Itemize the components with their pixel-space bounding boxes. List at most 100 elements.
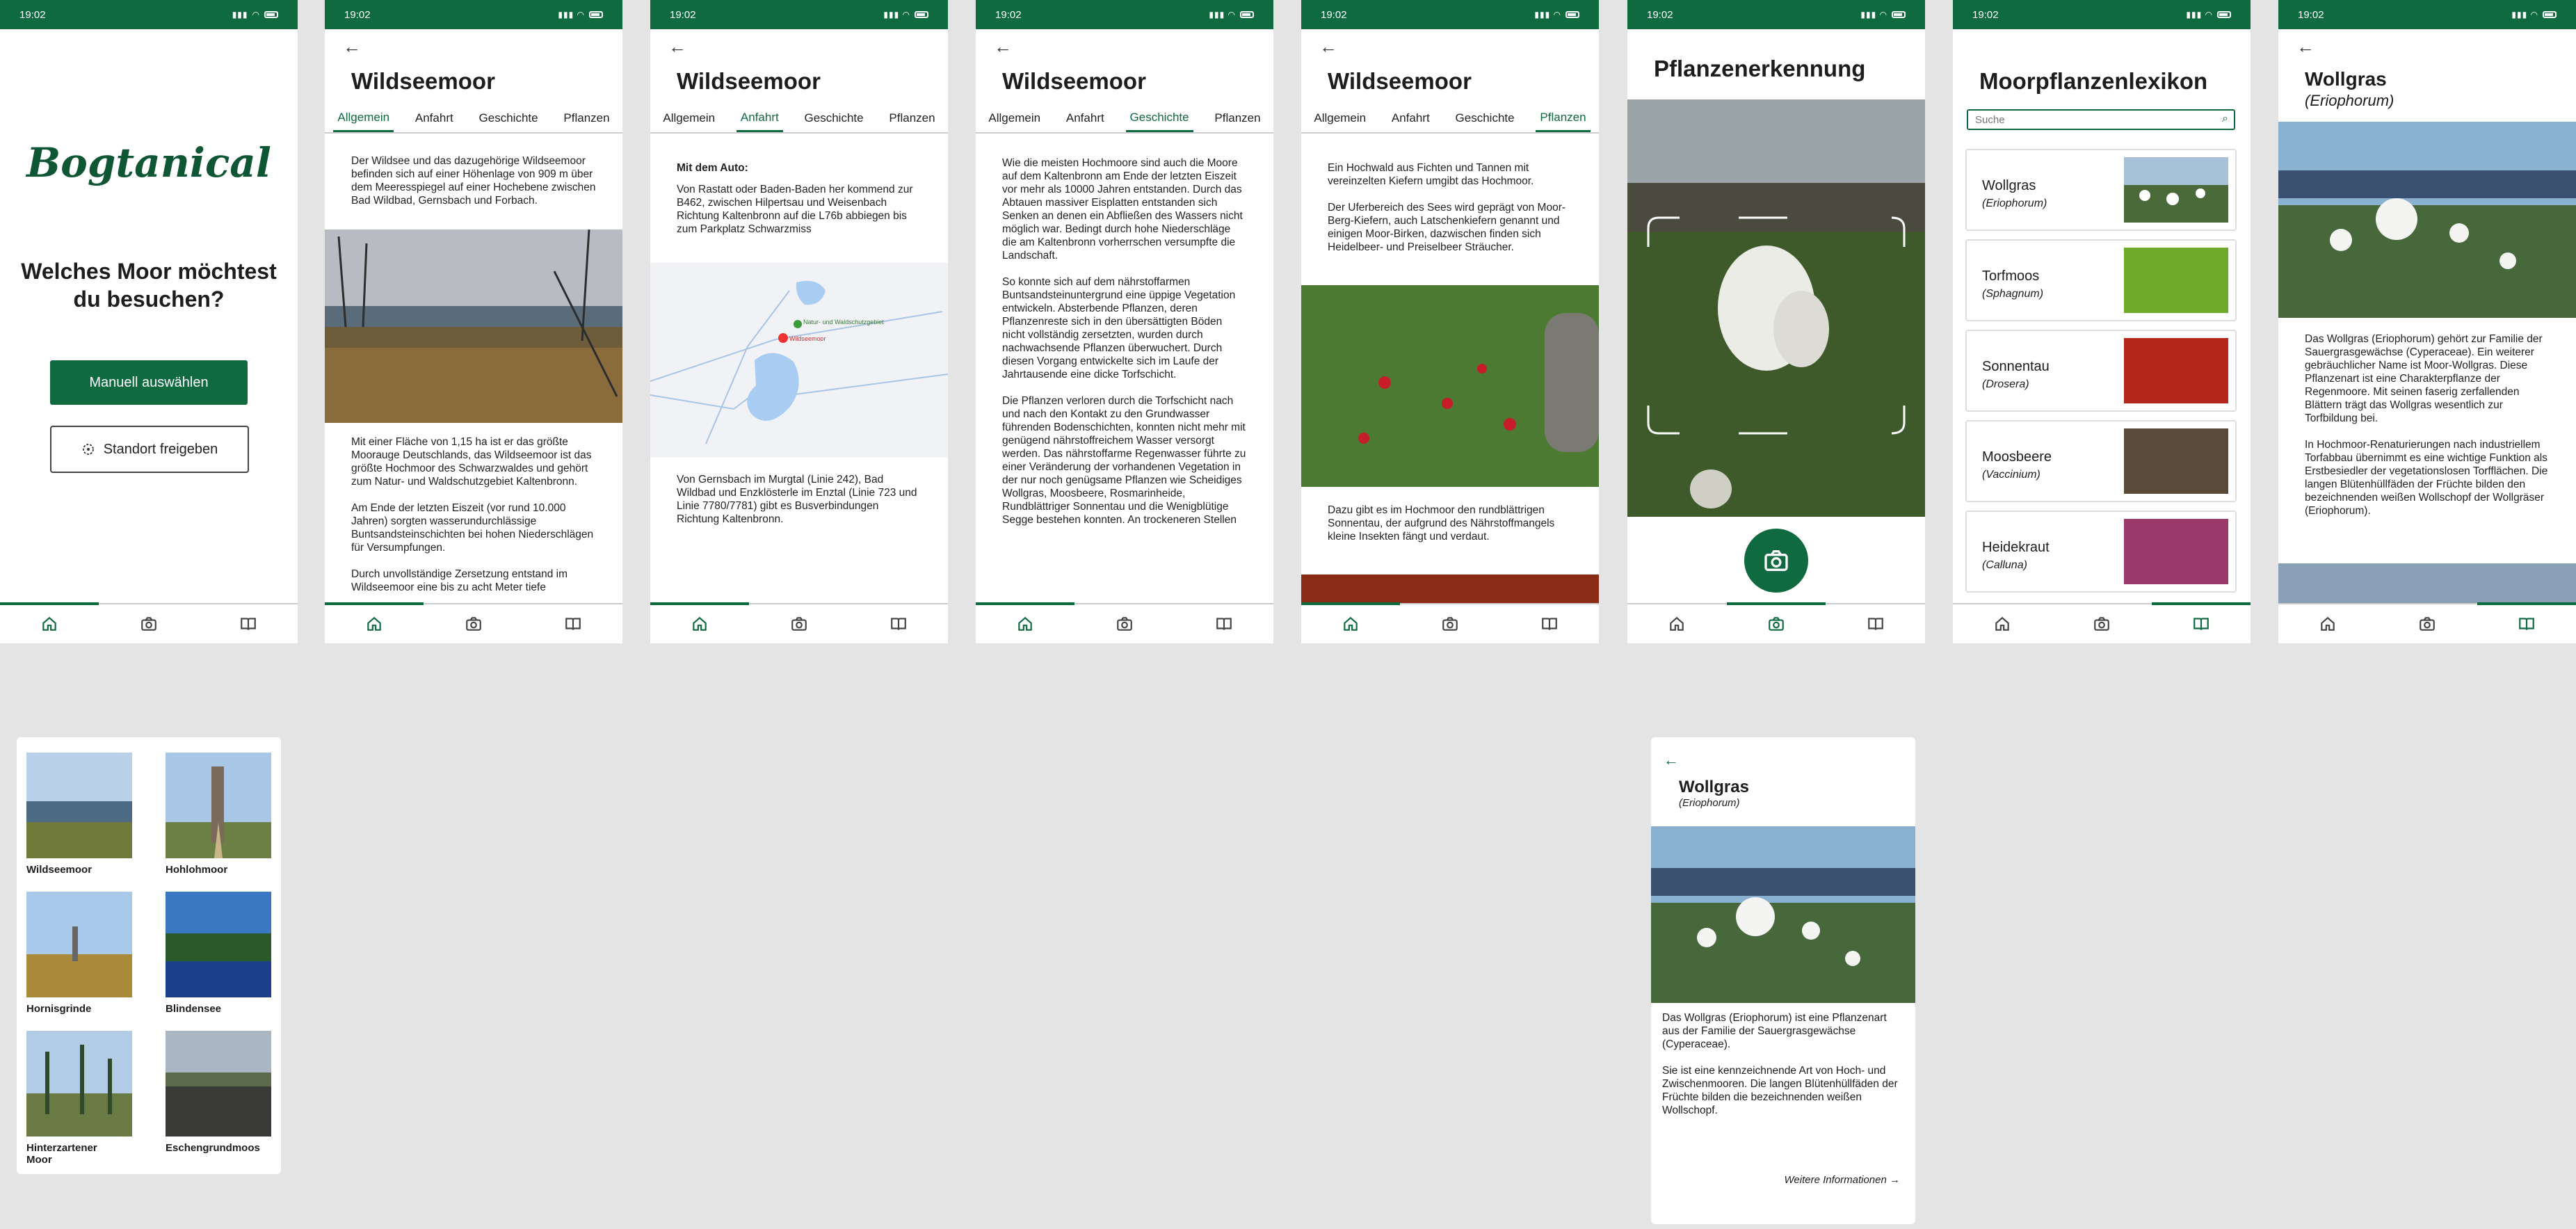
nav-home-icon[interactable] <box>364 613 385 634</box>
tab-allgemein[interactable]: Allgemein <box>659 106 719 131</box>
moor-tile-hinterzartener-moor[interactable] <box>26 1031 132 1136</box>
tab-pflanzen[interactable]: Pflanzen <box>1536 105 1591 132</box>
more-info-link[interactable]: Weitere Informationen → <box>1785 1174 1900 1186</box>
moor-tile-eschengrundmoos[interactable] <box>166 1031 271 1136</box>
camera-icon <box>1762 547 1790 575</box>
moor-tile-hornisgrinde[interactable] <box>26 892 132 997</box>
lexikon-item-wollgras[interactable]: Wollgras (Eriophorum) <box>1965 149 2237 231</box>
nav-home-icon[interactable] <box>689 613 710 634</box>
nav-home-icon[interactable] <box>2317 613 2338 634</box>
lexikon-item-moosbeere[interactable]: Moosbeere (Vaccinium) <box>1965 420 2237 502</box>
status-bar: 19:02 ▮▮▮ ◠ <box>0 0 298 29</box>
plant-thumbnail <box>2124 519 2228 584</box>
tab-anfahrt[interactable]: Anfahrt <box>1387 106 1434 131</box>
plant-thumbnail <box>2124 248 2228 313</box>
tab-bar: Allgemein Anfahrt Geschichte Pflanzen <box>650 104 948 134</box>
search-input[interactable] <box>1968 111 2199 129</box>
back-arrow-icon[interactable]: ← <box>2296 36 2315 58</box>
back-arrow-icon[interactable]: ← <box>1319 36 1337 58</box>
moor-tile-wildseemoor[interactable] <box>26 753 132 858</box>
paragraph: Durch unvollständige Zersetzung entstand… <box>351 568 568 593</box>
back-arrow-icon[interactable]: ← <box>1664 751 1679 769</box>
bottom-nav <box>650 602 948 643</box>
tab-anfahrt[interactable]: Anfahrt <box>411 106 458 131</box>
paragraph: Ein Hochwald aus Fichten und Tannen mit … <box>1328 162 1534 187</box>
plants-intro: Ein Hochwald aus Fichten und Tannen mit … <box>1328 161 1572 267</box>
nav-camera-icon[interactable] <box>789 613 810 634</box>
nav-book-icon[interactable] <box>238 613 259 634</box>
status-time: 19:02 <box>1647 8 1673 21</box>
nav-camera-icon[interactable] <box>1440 613 1460 634</box>
search-icon[interactable]: ⌕ <box>2222 113 2228 125</box>
tab-allgemein[interactable]: Allgemein <box>1310 106 1370 131</box>
tab-allgemein[interactable]: Allgemein <box>333 105 394 132</box>
plant-title: Wollgras <box>2305 68 2387 90</box>
battery-icon <box>2217 11 2231 18</box>
nav-book-icon[interactable] <box>2516 613 2537 634</box>
paragraph: Das Wollgras (Eriophorum) gehört zur Fam… <box>2305 333 2543 424</box>
nav-home-icon[interactable] <box>1666 613 1687 634</box>
tab-anfahrt[interactable]: Anfahrt <box>1062 106 1109 131</box>
nav-book-icon[interactable] <box>563 613 583 634</box>
map-label-wildseemoor: Wildseemoor <box>789 335 826 342</box>
status-icons: ▮▮▮ ◠ <box>883 10 928 19</box>
nav-book-icon[interactable] <box>1214 613 1234 634</box>
nav-camera-icon[interactable] <box>2091 613 2112 634</box>
nav-camera-icon[interactable] <box>2417 613 2438 634</box>
plant-name: Torfmoos <box>1982 268 2040 284</box>
nav-home-icon[interactable] <box>1015 613 1036 634</box>
nav-book-icon[interactable] <box>2191 613 2212 634</box>
plants-sundew: Dazu gibt es im Hochmoor den rundblättri… <box>1328 504 1572 556</box>
map-view[interactable]: Natur- und Waldschutzgebiet Wildseemoor <box>650 263 948 458</box>
plant-description: Das Wollgras (Eriophorum) gehört zur Fam… <box>2305 332 2550 531</box>
moor-selection-card: Wildseemoor Hohlohmoor Hornisgrinde Blin… <box>17 737 281 1174</box>
nav-home-icon[interactable] <box>1992 613 2013 634</box>
status-bar: 19:02 ▮▮▮ ◠ <box>650 0 948 29</box>
manual-select-button[interactable]: Manuell auswählen <box>50 360 248 405</box>
battery-icon <box>1240 11 1254 18</box>
plant-name: Sonnentau <box>1982 359 2050 374</box>
nav-active-indicator <box>650 602 749 605</box>
tab-anfahrt[interactable]: Anfahrt <box>736 105 783 132</box>
moor-tile-hohlohmoor[interactable] <box>166 753 271 858</box>
camera-viewfinder[interactable] <box>1627 99 1925 517</box>
plant-latin: (Eriophorum) <box>2305 92 2394 109</box>
nav-camera-icon[interactable] <box>1114 613 1135 634</box>
second-photo <box>2278 563 2576 605</box>
plant-thumbnail <box>2124 338 2228 403</box>
lexikon-item-torfmoos[interactable]: Torfmoos (Sphagnum) <box>1965 239 2237 321</box>
back-arrow-icon[interactable]: ← <box>343 36 361 58</box>
tab-geschichte[interactable]: Geschichte <box>800 106 868 131</box>
nav-camera-icon[interactable] <box>1766 613 1787 634</box>
tab-pflanzen[interactable]: Pflanzen <box>1210 106 1264 131</box>
nav-home-icon[interactable] <box>39 613 60 634</box>
plant-latin: (Eriophorum) <box>1982 198 2047 209</box>
lexikon-item-heidekraut[interactable]: Heidekraut (Calluna) <box>1965 511 2237 593</box>
bottom-nav <box>2278 602 2576 643</box>
plant-popup-card: ← Wollgras (Eriophorum) Das Wollgras (Er… <box>1651 737 1915 1224</box>
arrow-right-icon: → <box>1890 1174 1900 1186</box>
back-arrow-icon[interactable]: ← <box>668 36 686 58</box>
nav-book-icon[interactable] <box>1865 613 1886 634</box>
capture-button[interactable] <box>1744 529 1808 593</box>
status-time: 19:02 <box>1321 8 1347 21</box>
search-field[interactable]: ⌕ <box>1967 109 2235 130</box>
tab-geschichte[interactable]: Geschichte <box>1451 106 1519 131</box>
nav-home-icon[interactable] <box>1340 613 1361 634</box>
back-arrow-icon[interactable]: ← <box>994 36 1012 58</box>
nav-camera-icon[interactable] <box>138 613 159 634</box>
tab-pflanzen[interactable]: Pflanzen <box>559 106 613 131</box>
tab-pflanzen[interactable]: Pflanzen <box>885 106 939 131</box>
nav-book-icon[interactable] <box>1539 613 1560 634</box>
lexikon-item-sonnentau[interactable]: Sonnentau (Drosera) <box>1965 330 2237 412</box>
moor-tile-blindensee[interactable] <box>166 892 271 997</box>
page-title: Wildseemoor <box>351 68 495 94</box>
nav-book-icon[interactable] <box>888 613 909 634</box>
plant-latin: (Drosera) <box>1982 378 2029 390</box>
share-location-button[interactable]: Standort freigeben <box>50 426 249 473</box>
tab-geschichte[interactable]: Geschichte <box>1125 105 1193 132</box>
tab-allgemein[interactable]: Allgemein <box>984 106 1045 131</box>
bottom-nav <box>1301 602 1599 643</box>
tab-geschichte[interactable]: Geschichte <box>475 106 542 131</box>
nav-camera-icon[interactable] <box>463 613 484 634</box>
